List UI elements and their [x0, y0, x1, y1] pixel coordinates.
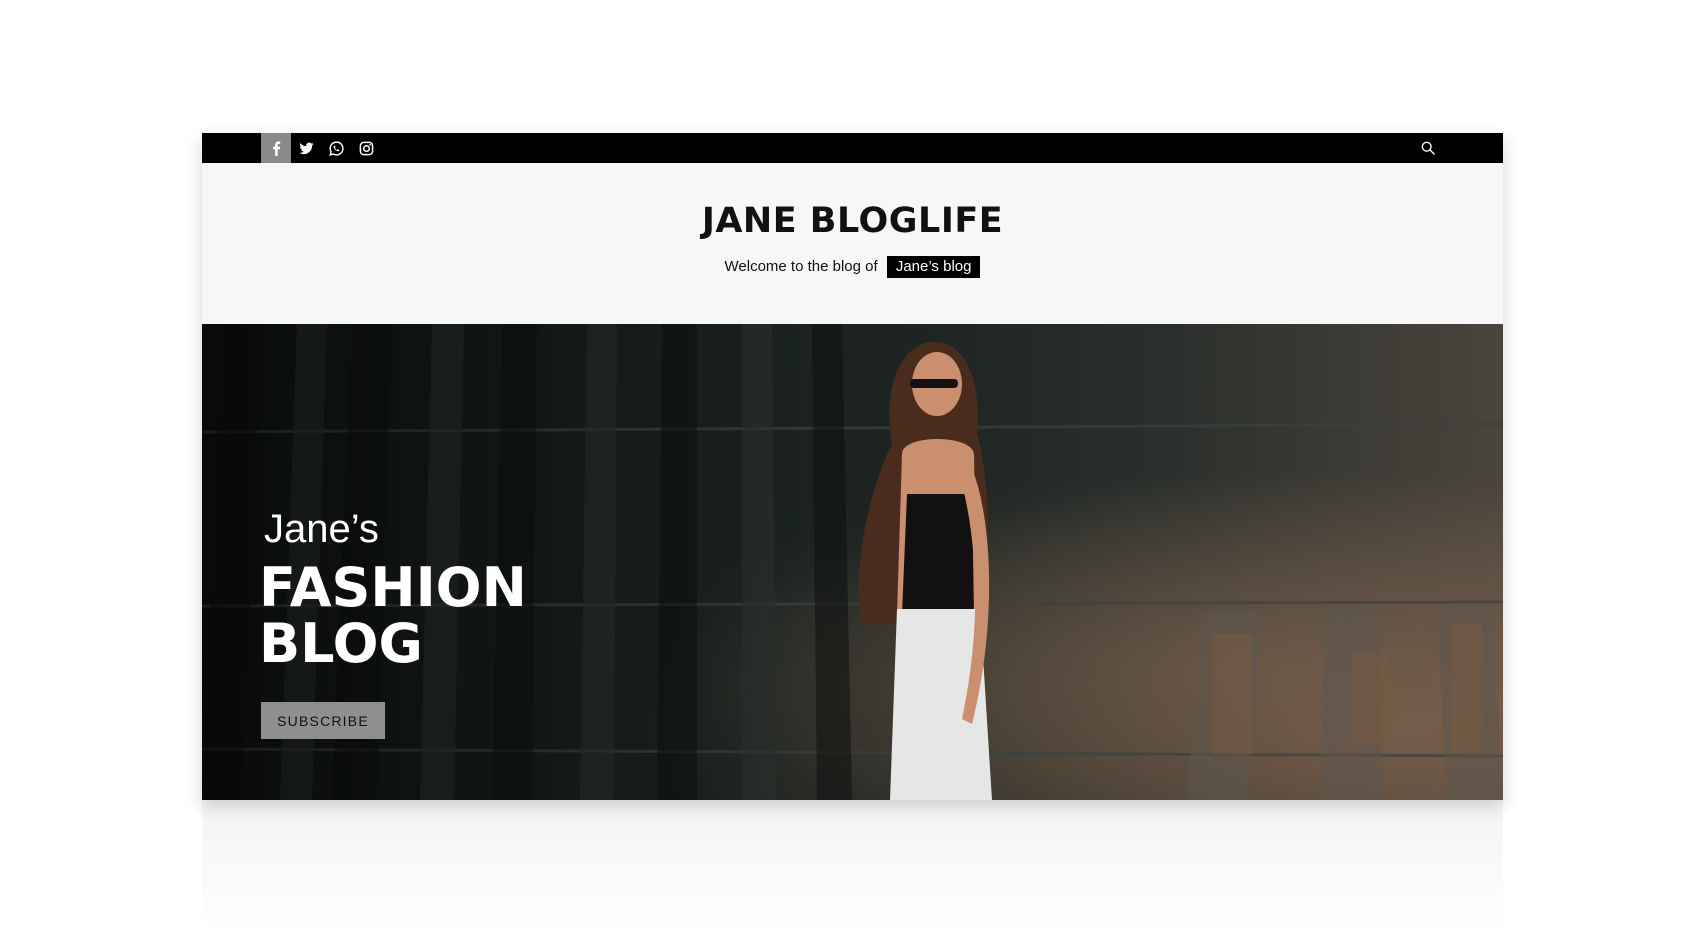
hero-heading-line-1: FASHION [259, 556, 527, 619]
website-mockup: JANE BLOGLIFE Welcome to the blog of Jan… [202, 133, 1503, 800]
subscribe-button[interactable]: SUBSCRIBE [261, 702, 385, 739]
hero-heading-line-2: BLOG [259, 612, 423, 675]
twitter-icon[interactable] [291, 133, 321, 163]
instagram-icon[interactable] [351, 133, 381, 163]
site-header: JANE BLOGLIFE Welcome to the blog of Jan… [202, 163, 1503, 324]
top-bar [202, 133, 1503, 163]
hero-heading: FASHION BLOG [259, 560, 527, 672]
hero-subtitle: Jane’s [264, 507, 379, 551]
hero-banner: Jane’s FASHION BLOG SUBSCRIBE [202, 324, 1503, 800]
mockup-reflection [202, 800, 1503, 938]
site-title[interactable]: JANE BLOGLIFE [202, 201, 1503, 241]
social-links [261, 133, 381, 163]
tagline: Welcome to the blog of Jane’s blog [202, 256, 1503, 278]
whatsapp-icon[interactable] [321, 133, 351, 163]
search-icon[interactable] [1413, 133, 1443, 163]
tagline-badge[interactable]: Jane’s blog [886, 256, 981, 278]
facebook-icon[interactable] [261, 133, 291, 163]
tagline-text: Welcome to the blog of [724, 258, 878, 275]
